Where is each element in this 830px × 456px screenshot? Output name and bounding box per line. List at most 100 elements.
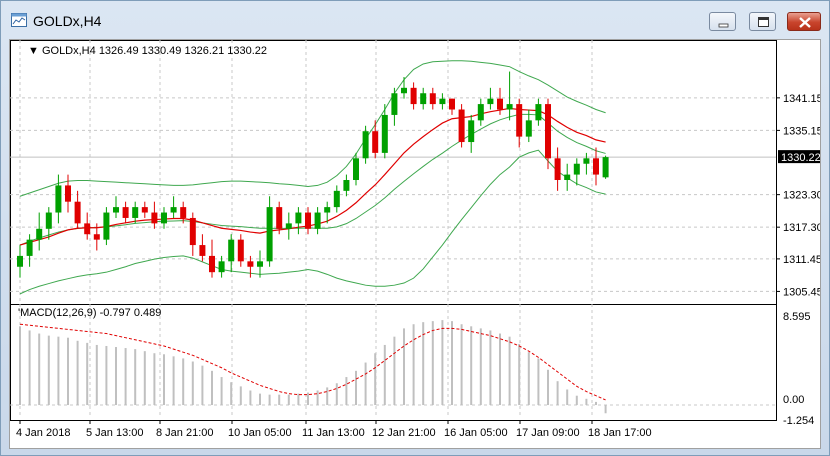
price-tick-label: 1305.45 bbox=[783, 286, 820, 298]
candle-body bbox=[170, 207, 177, 213]
candle-body bbox=[381, 114, 388, 153]
candle-body bbox=[151, 212, 158, 224]
candle-body bbox=[420, 93, 427, 105]
macd-histogram-bar bbox=[326, 387, 329, 406]
candle-body bbox=[26, 239, 33, 256]
candle-body bbox=[180, 207, 187, 218]
macd-histogram-bar bbox=[393, 336, 396, 406]
candle-body bbox=[516, 104, 523, 137]
macd-histogram-bar bbox=[556, 381, 559, 406]
candle-body bbox=[545, 104, 551, 159]
candle-body bbox=[305, 212, 311, 229]
macd-histogram-bar bbox=[259, 393, 261, 406]
time-tick-label: 11 Jan 13:00 bbox=[302, 427, 365, 439]
macd-histogram-bar bbox=[595, 401, 597, 406]
macd-histogram-bar bbox=[383, 344, 386, 406]
macd-histogram-bar bbox=[566, 389, 569, 406]
chart-header: ▼ GOLDx,H4 1326.49 1330.49 1326.21 1330.… bbox=[28, 45, 267, 57]
macd-histogram-bar bbox=[19, 326, 21, 406]
macd-histogram-bar bbox=[451, 321, 453, 406]
title-bar[interactable]: GOLDx,H4 bbox=[1, 1, 829, 39]
macd-histogram-bar bbox=[307, 392, 309, 406]
macd-histogram-bar bbox=[470, 326, 473, 406]
candle-body bbox=[74, 201, 81, 224]
macd-histogram-bar bbox=[460, 324, 463, 406]
macd-histogram-bar bbox=[57, 336, 60, 406]
candle-body bbox=[314, 212, 321, 229]
candle-body bbox=[583, 158, 590, 164]
candle-body bbox=[333, 190, 340, 208]
current-price-label: 1330.22 bbox=[781, 152, 820, 164]
macd-histogram-bar bbox=[182, 358, 185, 406]
candle-body bbox=[401, 87, 407, 94]
macd-histogram-bar bbox=[479, 328, 482, 406]
candle-body bbox=[362, 131, 369, 159]
macd-histogram-bar bbox=[547, 369, 549, 406]
chart-area[interactable]: 1341.15 1335.15 1323.30 1317.30 1311.45 1305.… bbox=[9, 39, 821, 449]
time-tick-label: 12 Jan 21:00 bbox=[372, 427, 436, 439]
candle-body bbox=[429, 93, 436, 105]
candle-body bbox=[55, 185, 62, 213]
macd-histogram-bar bbox=[38, 333, 41, 406]
macd-histogram-bar bbox=[374, 353, 377, 406]
candle-body bbox=[266, 207, 273, 262]
macd-histogram-bar bbox=[604, 405, 607, 414]
macd-histogram-bar bbox=[403, 328, 405, 406]
candle-body bbox=[458, 109, 465, 143]
macd-histogram-bar bbox=[95, 344, 98, 406]
macd-histogram-bar bbox=[220, 377, 223, 406]
macd-histogram-bar bbox=[239, 386, 242, 406]
macd-histogram-bar bbox=[249, 390, 252, 406]
candle-body bbox=[122, 207, 129, 218]
macd-histogram-bar bbox=[508, 336, 511, 406]
candle-body bbox=[237, 239, 244, 262]
close-button[interactable] bbox=[787, 12, 821, 31]
macd-indicator bbox=[19, 320, 607, 414]
macd-histogram-bar bbox=[297, 393, 300, 406]
time-tick-label: 18 Jan 17:00 bbox=[588, 427, 652, 439]
time-tick-label: 5 Jan 13:00 bbox=[86, 427, 144, 439]
candle-body bbox=[36, 228, 43, 240]
macd-histogram-bar bbox=[134, 349, 137, 406]
macd-histogram-bar bbox=[345, 377, 348, 406]
macd-histogram-bar bbox=[575, 395, 578, 406]
maximize-button[interactable] bbox=[749, 12, 776, 31]
minimize-button[interactable] bbox=[709, 12, 736, 31]
macd-tick-label: -1.254 bbox=[783, 415, 814, 427]
candle-body bbox=[103, 212, 110, 240]
candle-body bbox=[113, 207, 119, 213]
macd-histogram-bar bbox=[537, 358, 540, 406]
candle-body bbox=[564, 174, 571, 180]
macd-signal-line bbox=[19, 323, 606, 401]
macd-histogram-bar bbox=[153, 353, 156, 406]
macd-tick-label: 8.595 bbox=[783, 311, 811, 323]
candle-body bbox=[477, 104, 484, 121]
macd-histogram-bar bbox=[105, 345, 108, 406]
candle-body bbox=[535, 104, 542, 121]
macd-histogram-bar bbox=[86, 342, 89, 406]
candle-body bbox=[468, 120, 475, 143]
macd-histogram-bar bbox=[201, 365, 204, 406]
candle-body bbox=[449, 98, 455, 110]
price-tick-label: 1335.15 bbox=[783, 125, 820, 137]
candle-body bbox=[189, 217, 196, 246]
candle-body bbox=[199, 245, 206, 256]
candle-body bbox=[161, 212, 167, 224]
candle-body bbox=[324, 207, 331, 213]
candle-body bbox=[276, 207, 283, 229]
macd-histogram-bar bbox=[412, 324, 415, 406]
macd-histogram-bar bbox=[278, 394, 281, 406]
macd-histogram-bar bbox=[191, 361, 194, 406]
candle-body bbox=[372, 131, 379, 153]
candle-body bbox=[554, 158, 561, 180]
candle-body bbox=[602, 157, 609, 178]
minimize-icon bbox=[718, 23, 729, 28]
candle-body bbox=[295, 212, 302, 224]
window-title: GOLDx,H4 bbox=[33, 13, 102, 29]
macd-histogram-bar bbox=[143, 351, 146, 406]
macd-histogram-bar bbox=[585, 398, 588, 406]
candle-body bbox=[391, 93, 398, 115]
price-chart[interactable]: 1341.15 1335.15 1323.30 1317.30 1311.45 1305.… bbox=[10, 40, 820, 448]
candle-body bbox=[218, 261, 225, 273]
candle-body bbox=[573, 163, 580, 175]
